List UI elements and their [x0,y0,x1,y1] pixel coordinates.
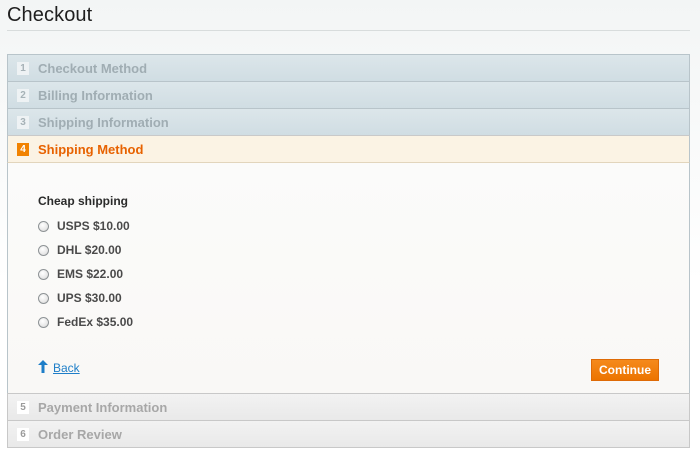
radio-button[interactable] [38,268,49,280]
step-checkout-method[interactable]: 1 Checkout Method [7,54,690,81]
step-shipping-method[interactable]: 4 Shipping Method [7,135,690,163]
radio-button[interactable] [38,244,49,256]
step-order-review[interactable]: 6 Order Review [7,420,690,448]
option-label: UPS $30.00 [57,291,122,305]
shipping-group-title: Cheap shipping [38,194,128,208]
step-label: Shipping Method [38,141,144,157]
option-label: DHL $20.00 [57,243,122,257]
radio-button[interactable] [38,220,49,232]
shipping-option-ups[interactable]: UPS $30.00 [38,291,122,305]
radio-button[interactable] [38,292,49,304]
title-divider [7,30,690,31]
step-label: Payment Information [38,399,168,415]
arrow-up-icon [38,360,48,376]
step-number: 3 [17,115,29,129]
continue-button[interactable]: Continue [591,359,659,381]
back-link[interactable]: Back [38,360,80,376]
option-label: FedEx $35.00 [57,315,134,329]
step-number: 6 [17,427,29,441]
page-title: Checkout [7,4,93,26]
radio-button[interactable] [38,316,49,328]
step-number: 5 [17,400,29,414]
option-label: EMS $22.00 [57,267,124,281]
step-label: Checkout Method [38,60,148,76]
option-label: USPS $10.00 [57,219,130,233]
step-shipping-information[interactable]: 3 Shipping Information [7,108,690,135]
step-billing-information[interactable]: 2 Billing Information [7,81,690,108]
step-number: 4 [17,142,29,156]
checkout-steps: 1 Checkout Method 2 Billing Information … [7,54,690,448]
step-number: 1 [17,61,29,75]
shipping-option-ems[interactable]: EMS $22.00 [38,267,123,281]
step-label: Order Review [38,426,122,442]
step-label: Billing Information [38,87,153,103]
step-number: 2 [17,88,29,102]
step-payment-information[interactable]: 5 Payment Information [7,393,690,420]
shipping-option-dhl[interactable]: DHL $20.00 [38,243,121,257]
back-label: Back [53,361,80,375]
shipping-method-panel: Cheap shipping USPS $10.00 DHL $20.00 EM… [7,163,690,393]
shipping-option-usps[interactable]: USPS $10.00 [38,219,130,233]
step-label: Shipping Information [38,114,169,130]
shipping-option-fedex[interactable]: FedEx $35.00 [38,315,133,329]
